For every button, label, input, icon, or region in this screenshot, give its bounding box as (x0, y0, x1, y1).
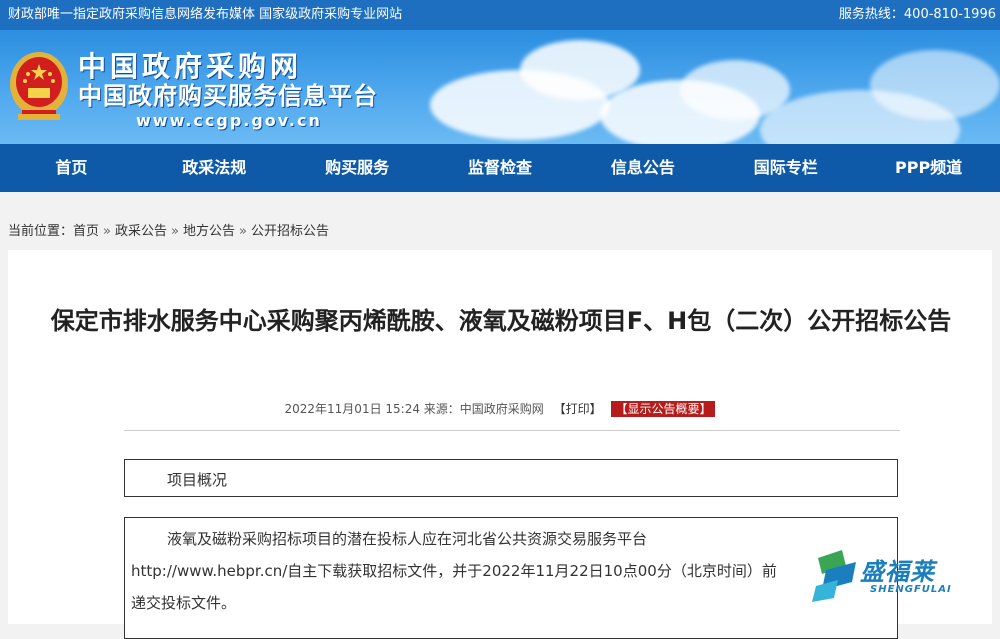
watermark-name-cn: 盛福莱 (860, 558, 935, 586)
nav-international[interactable]: 国际专栏 (714, 144, 857, 192)
print-button[interactable]: 【打印】 (554, 402, 602, 416)
nav-announcements[interactable]: 信息公告 (571, 144, 714, 192)
shengfulai-logo-icon (812, 550, 856, 602)
breadcrumb-home[interactable]: 首页 (73, 224, 99, 239)
site-name-line2: 中国政府购买服务信息平台 (78, 82, 378, 110)
watermark-name-en: SHENGFULAI (870, 584, 952, 595)
nav-ppp[interactable]: PPP频道 (857, 144, 1000, 192)
breadcrumb-gov-announcements[interactable]: 政采公告 (115, 224, 167, 239)
nav-home[interactable]: 首页 (0, 144, 143, 192)
article-date-source: 2022年11月01日 15:24 来源：中国政府采购网 (284, 402, 544, 416)
national-emblem-icon (10, 52, 68, 120)
site-banner: 中国政府采购网 中国政府购买服务信息平台 www.ccgp.gov.cn (0, 30, 1000, 144)
site-url: www.ccgp.gov.cn (136, 111, 322, 130)
breadcrumb-local-announcements[interactable]: 地方公告 (183, 224, 235, 239)
paragraph-line: 递交投标文件。 (131, 594, 237, 612)
nav-supervision[interactable]: 监督检查 (429, 144, 572, 192)
breadcrumb-public-tender[interactable]: 公开招标公告 (251, 224, 329, 239)
nav-purchase-services[interactable]: 购买服务 (286, 144, 429, 192)
breadcrumb: 当前位置：首页 » 政采公告 » 地方公告 » 公开招标公告 (8, 220, 329, 239)
paragraph-line: 液氧及磁粉采购招标项目的潜在投标人应在河北省公共资源交易服务平台 (167, 530, 648, 548)
site-name-line1: 中国政府采购网 (78, 50, 303, 83)
watermark-logo: 盛福莱 SHENGFULAI (812, 548, 972, 604)
main-nav: 首页 政采法规 购买服务 监督检查 信息公告 国际专栏 PPP频道 (0, 144, 1000, 192)
project-overview-heading-box: 项目概况 (124, 459, 898, 497)
breadcrumb-separator: » (103, 224, 111, 239)
section-heading: 项目概况 (167, 471, 228, 489)
top-info-bar: 财政部唯一指定政府采购信息网络发布媒体 国家级政府采购专业网站 服务热线：400… (0, 0, 1000, 30)
paragraph-line: http://www.hebpr.cn/自主下载获取招标文件，并于2022年11… (131, 562, 777, 580)
breadcrumb-separator: » (239, 224, 247, 239)
article-title: 保定市排水服务中心采购聚丙烯酰胺、液氧及磁粉项目F、H包（二次）公开招标公告 (50, 307, 952, 335)
site-title: 中国政府采购网 中国政府购买服务信息平台 www.ccgp.gov.cn (78, 52, 378, 132)
article-meta: 2022年11月01日 15:24 来源：中国政府采购网 【打印】 【显示公告概… (8, 400, 992, 417)
breadcrumb-prefix: 当前位置： (8, 224, 74, 239)
site-slogan: 财政部唯一指定政府采购信息网络发布媒体 国家级政府采购专业网站 (8, 7, 403, 22)
project-overview-paragraph-box: 液氧及磁粉采购招标项目的潜在投标人应在河北省公共资源交易服务平台 http://… (124, 517, 898, 639)
service-hotline: 服务热线：400-810-1996 (838, 7, 996, 22)
breadcrumb-separator: » (171, 224, 179, 239)
divider (124, 430, 900, 431)
show-summary-button[interactable]: 【显示公告概要】 (611, 401, 716, 417)
nav-regulations[interactable]: 政采法规 (143, 144, 286, 192)
